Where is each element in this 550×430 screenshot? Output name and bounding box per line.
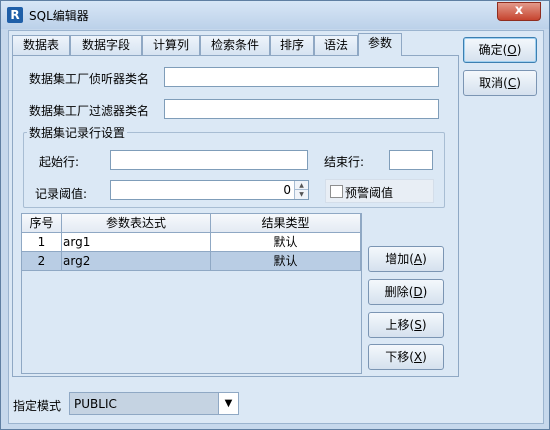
move-down-button[interactable]: 下移(X) xyxy=(368,344,444,370)
end-row-input[interactable] xyxy=(389,150,433,170)
parameter-table[interactable]: 序号 参数表达式 结果类型 1 arg1 默认 2 arg2 默认 xyxy=(21,213,362,374)
row-index: 2 xyxy=(22,252,62,271)
tab-computed-columns[interactable]: 计算列 xyxy=(142,35,200,55)
filter-class-input[interactable] xyxy=(164,99,439,119)
cancel-button[interactable]: 取消(C) xyxy=(463,70,537,96)
mode-select[interactable]: PUBLIC ▼ xyxy=(69,392,239,415)
tab-syntax[interactable]: 语法 xyxy=(314,35,358,55)
threshold-spinner[interactable]: 0 ▲ ▼ xyxy=(110,180,309,200)
move-up-button[interactable]: 上移(S) xyxy=(368,312,444,338)
record-settings-title: 数据集记录行设置 xyxy=(27,124,128,141)
row-result-type[interactable]: 默认 xyxy=(211,252,361,271)
tab-sort[interactable]: 排序 xyxy=(270,35,314,55)
tab-data-fields[interactable]: 数据字段 xyxy=(70,35,142,55)
column-header-result-type[interactable]: 结果类型 xyxy=(211,214,361,233)
delete-button[interactable]: 删除(D) xyxy=(368,279,444,305)
tab-search-conditions[interactable]: 检索条件 xyxy=(200,35,270,55)
mode-selected-value: PUBLIC xyxy=(74,397,117,411)
tab-parameters[interactable]: 参数 xyxy=(358,33,402,56)
warn-threshold-checkbox[interactable] xyxy=(330,185,343,198)
tab-data-table[interactable]: 数据表 xyxy=(12,35,70,55)
filter-class-label: 数据集工厂过滤器类名 xyxy=(29,104,150,118)
end-row-label: 结束行: xyxy=(324,155,365,169)
warn-threshold-area: 预警阈值 xyxy=(325,179,434,203)
window-title: SQL编辑器 xyxy=(29,9,89,23)
app-logo-icon: R xyxy=(7,7,23,23)
title-bar[interactable]: R SQL编辑器 x xyxy=(1,1,549,29)
mode-label: 指定模式 xyxy=(13,399,62,413)
listener-class-label: 数据集工厂侦听器类名 xyxy=(29,72,150,86)
spin-up-arrow-icon[interactable]: ▲ xyxy=(294,181,308,190)
threshold-value: 0 xyxy=(283,183,291,197)
listener-class-input[interactable] xyxy=(164,67,439,87)
sql-editor-window: R SQL编辑器 x 数据表 数据字段 计算列 检索条件 排序 语法 参数 数据… xyxy=(0,0,550,430)
start-row-input[interactable] xyxy=(110,150,308,170)
threshold-label: 记录阈值: xyxy=(35,187,88,201)
parameters-panel: 数据集工厂侦听器类名 数据集工厂过滤器类名 数据集记录行设置 起始行: 结束行:… xyxy=(12,55,459,377)
spin-down-arrow-icon[interactable]: ▼ xyxy=(294,190,308,199)
dialog-body: 数据表 数据字段 计算列 检索条件 排序 语法 参数 数据集工厂侦听器类名 数据… xyxy=(8,30,544,424)
add-button[interactable]: 增加(A) xyxy=(368,246,444,272)
row-expression[interactable]: arg1 xyxy=(62,233,211,252)
row-result-type[interactable]: 默认 xyxy=(211,233,361,252)
column-header-index[interactable]: 序号 xyxy=(22,214,62,233)
row-index: 1 xyxy=(22,233,62,252)
row-expression[interactable]: arg2 xyxy=(62,252,211,271)
ok-button[interactable]: 确定(O) xyxy=(463,37,537,63)
close-button[interactable]: x xyxy=(497,2,541,21)
column-header-expression[interactable]: 参数表达式 xyxy=(62,214,211,233)
warn-threshold-label: 预警阈值 xyxy=(345,186,394,200)
chevron-down-icon[interactable]: ▼ xyxy=(218,393,238,414)
start-row-label: 起始行: xyxy=(39,155,80,169)
